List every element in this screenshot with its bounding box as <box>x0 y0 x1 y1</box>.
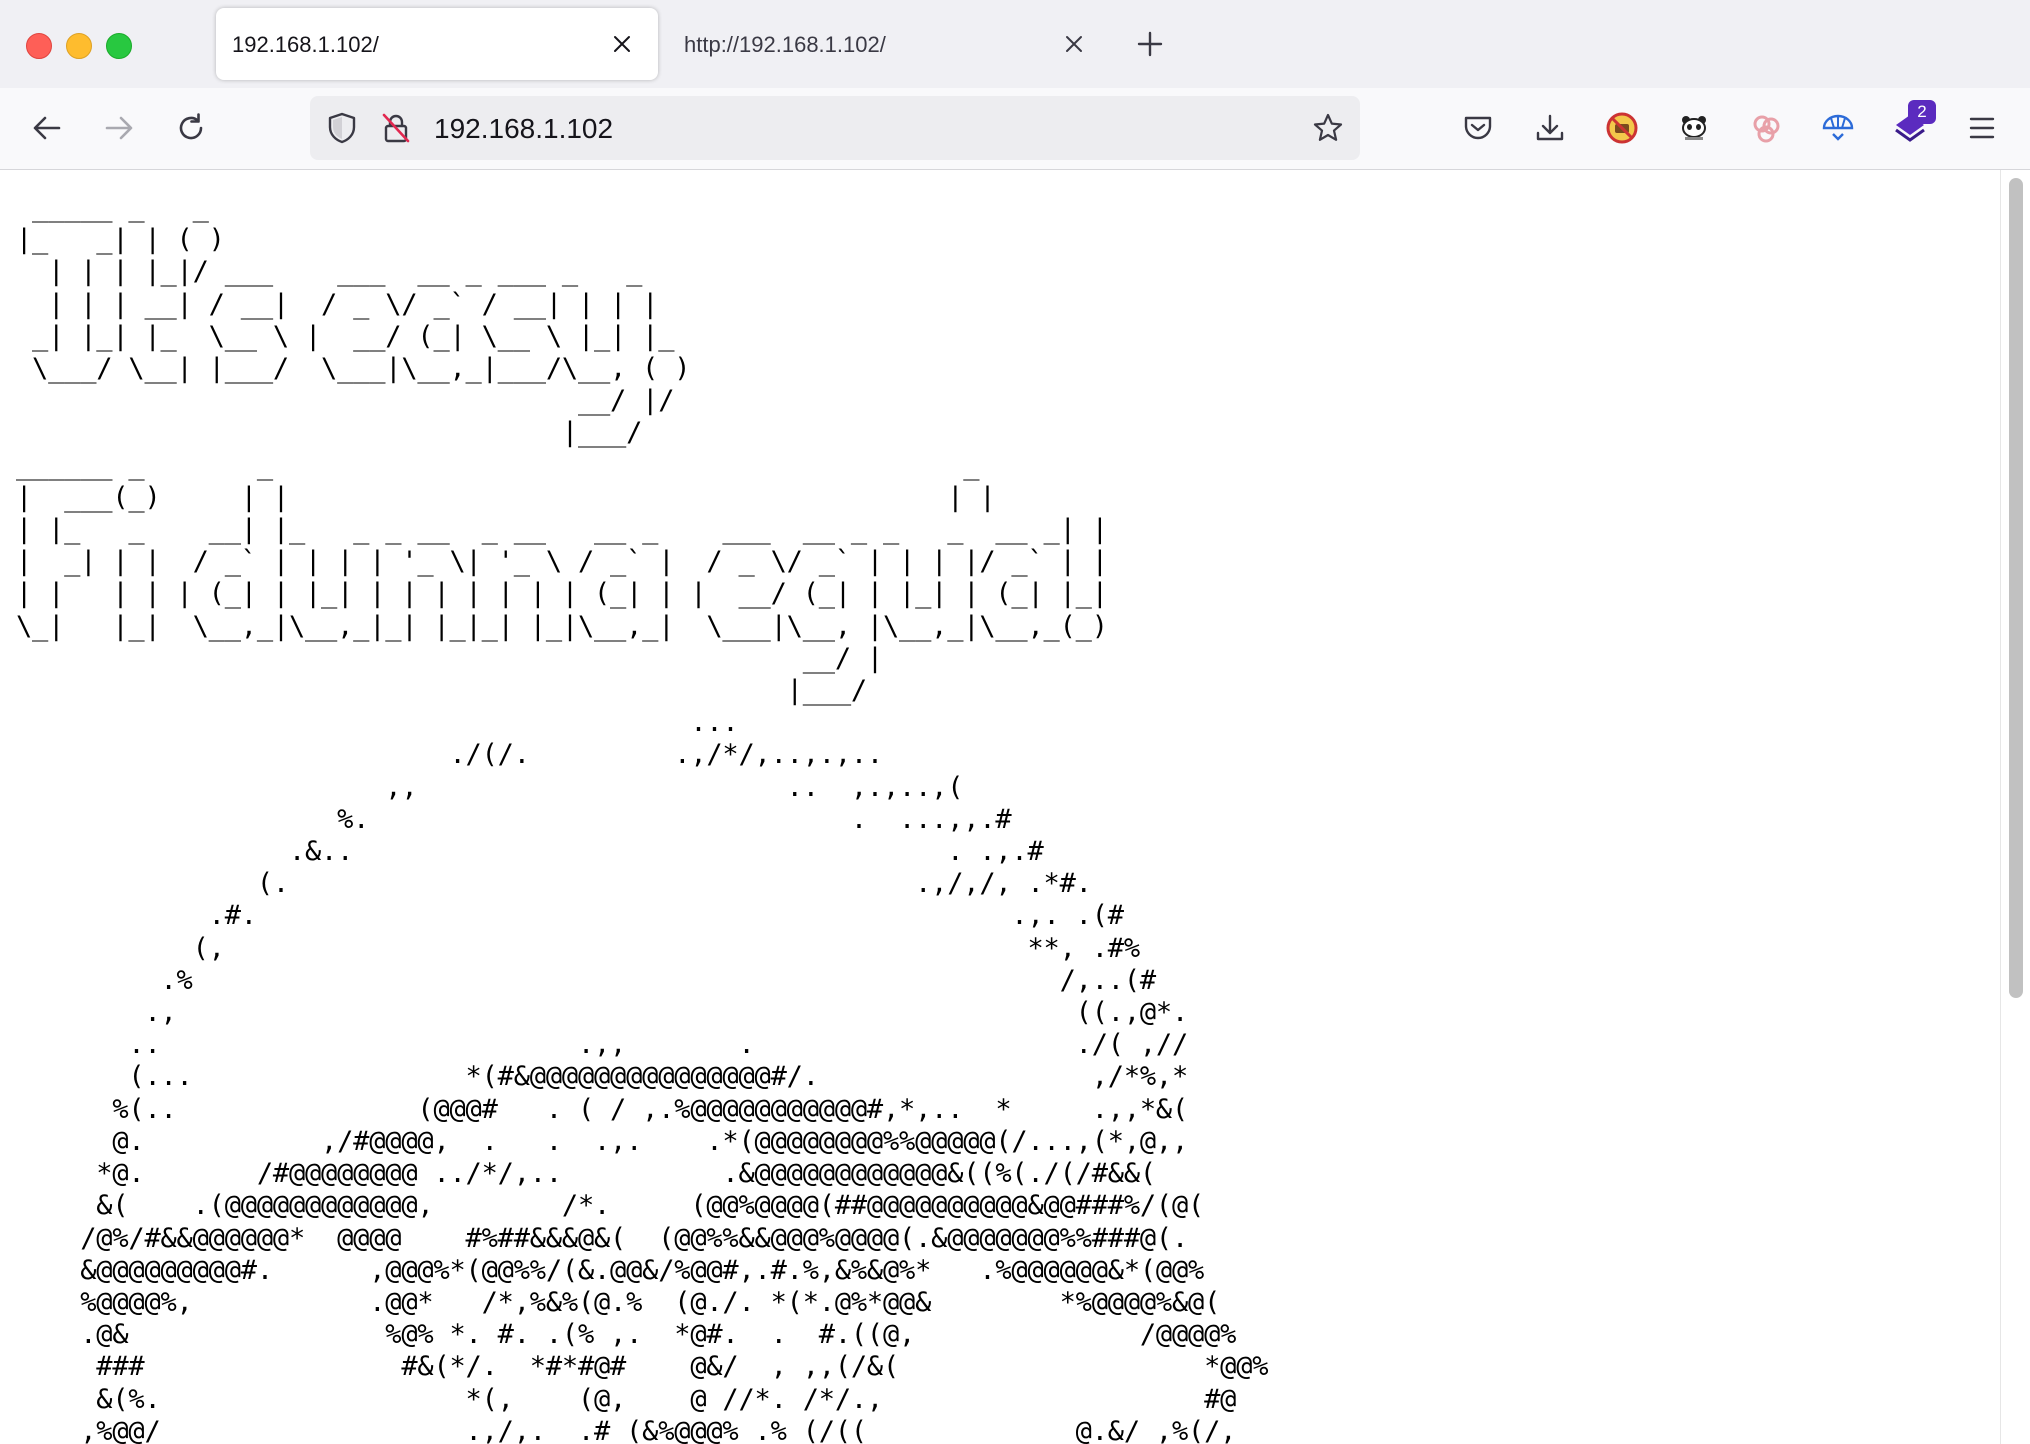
extension-panda-icon[interactable] <box>1674 108 1714 148</box>
extension-circles-icon[interactable] <box>1746 108 1786 148</box>
download-icon[interactable] <box>1530 108 1570 148</box>
extension-layers-icon[interactable]: 2 <box>1890 100 1936 148</box>
tab-strip: 192.168.1.102/ http://192.168.1.102/ <box>0 0 2030 88</box>
page-content: _____ _ _ |_ _| | ( ) | | | |_|/ ___ ___… <box>0 170 2000 1444</box>
reload-icon[interactable] <box>168 105 214 151</box>
new-tab-plus-icon[interactable] <box>1132 26 1168 62</box>
extension-vpn-icon[interactable] <box>1818 108 1858 148</box>
ascii-art-text: _____ _ _ |_ _| | ( ) | | | |_|/ ___ ___… <box>16 192 1269 1444</box>
extension-blocker-icon[interactable] <box>1602 108 1642 148</box>
insecure-lock-icon[interactable] <box>378 110 414 146</box>
extension-badge: 2 <box>1908 100 1936 124</box>
address-bar[interactable]: 192.168.1.102 <box>310 96 1360 160</box>
scrollbar-thumb[interactable] <box>2009 178 2023 998</box>
forward-arrow-icon[interactable] <box>96 105 142 151</box>
zoom-window-button[interactable] <box>106 33 132 59</box>
star-icon[interactable] <box>1310 110 1346 146</box>
browser-window: 192.168.1.102/ http://192.168.1.102/ 192… <box>0 0 2030 1444</box>
back-arrow-icon[interactable] <box>24 105 70 151</box>
vertical-scrollbar[interactable] <box>2000 170 2030 1444</box>
close-window-button[interactable] <box>26 33 52 59</box>
tab-close-icon[interactable] <box>1056 26 1092 62</box>
pocket-icon[interactable] <box>1458 108 1498 148</box>
tab-active[interactable]: 192.168.1.102/ <box>216 8 658 80</box>
minimize-window-button[interactable] <box>66 33 92 59</box>
tab-close-icon[interactable] <box>604 26 640 62</box>
tracking-shield-icon[interactable] <box>324 110 360 146</box>
url-text[interactable]: 192.168.1.102 <box>434 113 613 145</box>
tab-title: 192.168.1.102/ <box>232 32 379 57</box>
hamburger-menu-icon[interactable] <box>1962 108 2002 148</box>
tab-inactive[interactable]: http://192.168.1.102/ <box>668 8 1110 80</box>
navigation-toolbar: 192.168.1.102 2 <box>0 88 2030 170</box>
tab-title: http://192.168.1.102/ <box>684 32 886 57</box>
